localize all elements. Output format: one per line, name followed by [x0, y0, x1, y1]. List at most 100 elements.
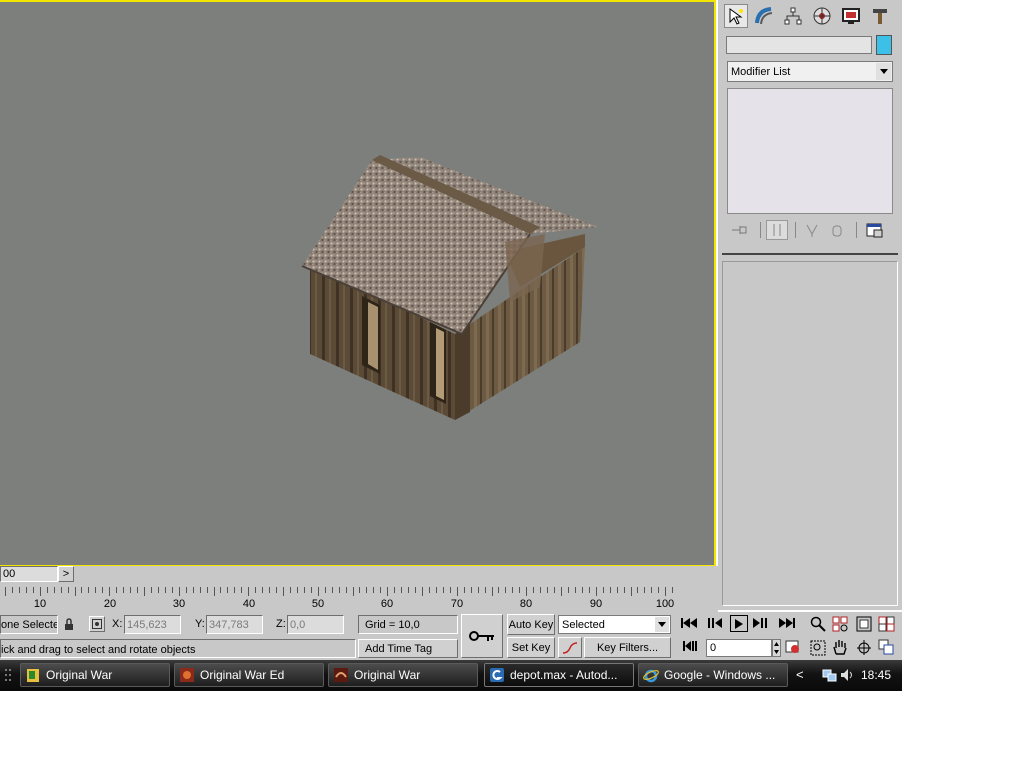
ruler-tick [485, 587, 486, 593]
go-to-end-icon[interactable] [779, 618, 795, 631]
hierarchy-tab[interactable] [781, 4, 805, 28]
arc-rotate-icon[interactable] [856, 639, 872, 658]
ruler-tick [318, 587, 319, 596]
ruler-label: 40 [242, 598, 256, 610]
ruler-tick [540, 587, 541, 593]
region-zoom-icon[interactable] [810, 640, 826, 659]
ruler-tick [526, 587, 527, 596]
ruler-tick [519, 587, 520, 593]
selection-lock-icon[interactable] [63, 618, 75, 634]
y-coord-field[interactable]: 347,783 [206, 615, 263, 634]
modifier-stack-list[interactable] [727, 88, 893, 214]
make-unique-icon[interactable] [804, 222, 820, 241]
add-time-tag-button[interactable]: Add Time Tag [358, 639, 458, 658]
clock: 18:45 [861, 668, 892, 682]
ruler-tick [276, 587, 277, 593]
time-slider-bar[interactable]: 00 > [0, 566, 718, 584]
prompt-line: ick and drag to select and rotate object… [0, 639, 356, 658]
ruler-tick [644, 587, 645, 593]
time-slider-thumb[interactable]: 00 [0, 566, 58, 582]
zoom-all-icon[interactable] [832, 616, 848, 635]
set-key-big-button[interactable] [461, 614, 503, 658]
taskbar-button-google-ie[interactable]: Google - Windows ... [638, 663, 788, 687]
taskbar-button-original-war-ed[interactable]: Original War Ed [174, 663, 324, 687]
ruler-tick [637, 587, 638, 593]
key-mode-toggle-icon[interactable] [683, 641, 697, 654]
ruler-label: 80 [519, 598, 533, 610]
ruler-tick [359, 587, 360, 593]
next-frame-arrow-button[interactable]: > [58, 566, 74, 582]
maximize-viewport-icon[interactable] [878, 639, 894, 658]
ruler-tick [95, 587, 96, 593]
ruler-tick [436, 587, 437, 593]
y-coord-value: 347,783 [209, 619, 249, 631]
current-frame-field[interactable]: 0 [706, 639, 772, 657]
modifier-list-label: Modifier List [731, 65, 791, 78]
go-to-start-icon[interactable] [681, 618, 697, 631]
ruler-label: 50 [311, 598, 325, 610]
chevron-down-icon[interactable] [876, 63, 891, 80]
object-name-field[interactable] [726, 36, 872, 54]
chevron-down-icon[interactable] [655, 617, 669, 632]
show-hidden-icons-arrow[interactable]: < [796, 667, 804, 682]
display-tab[interactable] [839, 4, 863, 28]
perspective-viewport[interactable] [0, 0, 716, 567]
show-end-result-icon[interactable] [766, 220, 788, 240]
ruler-tick [610, 587, 611, 593]
ruler-tick [533, 587, 534, 593]
remove-modifier-icon[interactable] [830, 222, 844, 241]
key-filters-label: Key Filters... [596, 641, 659, 654]
frame-spinner[interactable] [772, 639, 781, 657]
ruler-tick [172, 587, 173, 593]
x-coord-field[interactable]: 145,623 [124, 615, 181, 634]
ruler-tick [130, 587, 131, 593]
previous-frame-icon[interactable] [708, 618, 722, 631]
time-configuration-icon[interactable] [785, 640, 801, 657]
taskbar-grip-icon[interactable] [4, 667, 12, 688]
set-key-button[interactable]: Set Key [507, 637, 555, 658]
pan-hand-icon[interactable] [832, 639, 848, 658]
taskbar-button-depot-max[interactable]: depot.max - Autod... [484, 663, 634, 687]
play-animation-icon[interactable] [730, 615, 748, 632]
motion-tab[interactable] [810, 4, 834, 28]
key-mode-dropdown[interactable]: Selected [558, 615, 671, 634]
ruler-tick [68, 587, 69, 593]
zoom-icon[interactable] [810, 616, 826, 635]
ruler-tick [492, 587, 493, 596]
ruler-tick [151, 587, 152, 593]
network-icon[interactable] [822, 667, 838, 686]
pin-stack-icon[interactable] [730, 222, 750, 241]
taskbar-button-original-war-2[interactable]: Original War [328, 663, 478, 687]
absolute-relative-transform-icon[interactable] [89, 616, 105, 632]
utilities-tab[interactable] [868, 4, 892, 28]
ruler-label: 100 [655, 598, 675, 610]
ruler-tick [81, 587, 82, 593]
taskbar-button-original-war-1[interactable]: Original War [20, 663, 170, 687]
ruler-tick [33, 587, 34, 593]
zoom-extents-icon[interactable] [856, 616, 872, 635]
ruler-tick [220, 587, 221, 593]
ruler-label: 30 [172, 598, 186, 610]
modify-tab[interactable] [752, 4, 776, 28]
modifier-list-dropdown[interactable]: Modifier List [727, 61, 893, 82]
configure-modifier-sets-icon[interactable] [866, 222, 884, 241]
auto-key-button[interactable]: Auto Key [507, 614, 555, 635]
object-color-swatch[interactable] [876, 35, 892, 55]
toolbar-divider [795, 222, 796, 238]
ruler-tick [144, 587, 145, 596]
ruler-tick [471, 587, 472, 593]
ruler-tick [200, 587, 201, 593]
depot-building-model[interactable] [0, 2, 714, 565]
track-bar-ruler[interactable]: 10 20 30 40 50 60 70 80 90 100 [0, 584, 718, 612]
volume-speaker-icon[interactable] [840, 667, 856, 686]
grid-text: Grid = 10,0 [365, 619, 420, 631]
windows-taskbar: Original War Original War Ed Original Wa… [0, 660, 902, 691]
create-tab[interactable] [724, 4, 748, 28]
zoom-extents-all-icon[interactable] [878, 616, 896, 635]
default-in-out-tangents-icon[interactable] [558, 637, 582, 658]
ruler-tick [262, 587, 263, 593]
ruler-tick [464, 587, 465, 593]
z-coord-field[interactable]: 0,0 [287, 615, 344, 634]
key-filters-button[interactable]: Key Filters... [584, 637, 671, 658]
next-frame-icon[interactable] [753, 618, 767, 631]
